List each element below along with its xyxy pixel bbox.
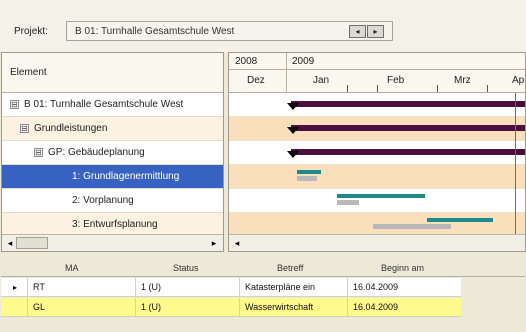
task-bar [427,218,493,222]
tree-row-label: GP: Gebäudeplanung [48,147,145,158]
cell-betreff: Wasserwirtschaft [245,302,314,312]
collapse-icon[interactable]: ⊟ [10,100,19,109]
cell-ma: RT [33,282,45,292]
tree-header-label: Element [10,67,47,78]
cell-status: 1 (U) [141,282,161,292]
column-header-beginn[interactable]: Beginn am [381,263,424,273]
column-header-status[interactable]: Status [173,263,199,273]
column-header-betreff[interactable]: Betreff [277,263,303,273]
tree-row-vorplanung[interactable]: 2: Vorplanung [2,189,223,213]
tree-row-label: 3: Entwurfsplanung [72,219,158,230]
project-nav-buttons: ◂ ▸ [349,25,385,38]
task-bar [297,170,321,174]
collapse-icon[interactable]: ⊟ [34,148,43,157]
scroll-left-arrow-icon[interactable]: ◂ [4,237,16,249]
cell-beginn: 16.04.2009 [353,302,399,312]
project-next-button[interactable]: ▸ [367,25,384,38]
tree-row-grundlagenermittlung[interactable]: 1: Grundlagenermittlung [2,165,223,189]
tree-row-label: 1: Grundlagenermittlung [72,171,180,182]
scroll-left-arrow-icon[interactable]: ◂ [231,237,243,249]
current-row-pointer-icon: ▸ [13,283,18,292]
column-header-ma[interactable]: MA [65,263,79,273]
tree-row-label: B 01: Turnhalle Gesamtschule West [24,99,184,110]
scroll-right-arrow-icon[interactable]: ▸ [208,237,220,249]
project-prev-button[interactable]: ◂ [349,25,366,38]
cell-beginn: 16.04.2009 [353,282,399,292]
tree-row-label: 2: Vorplanung [72,195,134,206]
tree-horizontal-scrollbar[interactable]: ◂ ▸ [2,234,223,251]
tree-row-grundleistungen[interactable]: ⊟ Grundleistungen [2,117,223,141]
project-value: B 01: Turnhalle Gesamtschule West [75,26,235,37]
gantt-bars [287,101,525,229]
element-tree: Element ⊟ B 01: Turnhalle Gesamtschule W… [1,52,224,252]
baseline-bar [373,224,451,229]
baseline-bar [297,176,317,181]
summary-bar [291,149,525,155]
table-header: MA Status Betreff Beginn am [1,258,525,277]
project-label: Projekt: [14,26,48,37]
table-row[interactable]: GL 1 (U) Wasserwirtschaft 16.04.2009 [1,298,461,317]
baseline-bar [337,200,359,205]
gantt-horizontal-scrollbar[interactable]: ◂ [229,234,525,251]
tree-row-project[interactable]: ⊟ B 01: Turnhalle Gesamtschule West [2,93,223,117]
table-row[interactable]: ▸ RT 1 (U) Katasterpläne ein 16.04.2009 [1,278,461,297]
resource-table: MA Status Betreff Beginn am ▸ RT 1 (U) K… [1,258,525,332]
project-bar: Projekt: B 01: Turnhalle Gesamtschule We… [0,0,526,52]
tree-row-label: Grundleistungen [34,123,108,134]
cell-status: 1 (U) [141,302,161,312]
summary-bar [291,101,525,107]
cell-ma: GL [33,302,46,312]
cell-betreff: Katasterpläne ein [245,282,316,292]
task-bar [337,194,425,198]
tree-header: Element [2,53,223,93]
today-line [515,93,516,234]
gantt-chart: 2008 2009 Dez Jan Feb Mrz Apr [228,52,526,252]
scroll-thumb[interactable] [16,237,48,249]
summary-bar [291,125,525,131]
collapse-icon[interactable]: ⊟ [20,124,29,133]
project-select[interactable]: B 01: Turnhalle Gesamtschule West ◂ ▸ [66,21,393,41]
tree-row-gebaeudeplanung[interactable]: ⊟ GP: Gebäudeplanung [2,141,223,165]
